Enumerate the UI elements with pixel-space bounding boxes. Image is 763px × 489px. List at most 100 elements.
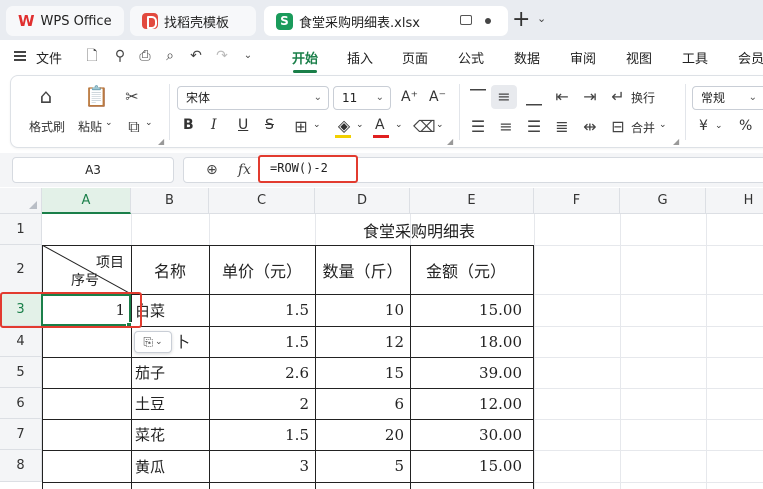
wrap-text-button[interactable]: 换行 <box>631 89 655 106</box>
row-header-7[interactable]: 7 <box>0 419 42 450</box>
menu-tab-data[interactable]: 数据 <box>514 48 540 67</box>
paste-icon[interactable]: 📋 <box>84 86 109 106</box>
cell-amount[interactable]: 15.00 <box>410 450 534 482</box>
align-right-icon[interactable]: ☰ <box>523 117 545 137</box>
font-size-select[interactable]: 11 ⌄ <box>333 86 391 110</box>
zoom-search-icon[interactable]: ⊕ <box>206 162 218 178</box>
cell-qty[interactable]: 5 <box>315 450 410 482</box>
row-header-4[interactable]: 4 <box>0 326 42 357</box>
column-header-b[interactable]: B <box>131 188 209 214</box>
new-tab-button[interactable]: + <box>512 8 530 32</box>
number-format-select[interactable]: 常规 ⌄ <box>692 86 763 110</box>
align-bottom-icon[interactable]: ⎽ <box>523 87 545 107</box>
underline-button[interactable]: U <box>238 117 248 133</box>
chevron-down-icon[interactable]: ⌄ <box>105 118 113 128</box>
header-amount[interactable]: 金额（元） <box>410 245 534 294</box>
menu-tab-insert[interactable]: 插入 <box>347 48 373 67</box>
increase-indent-icon[interactable]: ⇥ <box>579 87 601 107</box>
menu-tab-member[interactable]: 会员 <box>738 48 763 67</box>
cut-icon[interactable]: ✂ <box>121 87 143 107</box>
cell-price[interactable]: 1.5 <box>209 326 315 357</box>
chevron-down-icon[interactable]: ⌄ <box>395 120 403 130</box>
fill-color-icon[interactable]: ◈ <box>333 116 355 136</box>
percent-format-button[interactable]: % <box>739 118 752 134</box>
menu-tab-review[interactable]: 审阅 <box>570 48 596 67</box>
align-top-icon[interactable]: ⎺ <box>467 87 489 107</box>
cell-amount[interactable]: 12.00 <box>410 388 534 419</box>
fx-icon[interactable]: fx <box>238 162 251 178</box>
header-qty[interactable]: 数量（斤） <box>315 245 410 294</box>
column-header-f[interactable]: F <box>534 188 620 214</box>
row-header-8[interactable]: 8 <box>0 450 42 482</box>
row-header-1[interactable]: 1 <box>0 214 42 245</box>
cell-price[interactable]: 1.5 <box>209 294 315 326</box>
border-icon[interactable]: ⊞ <box>290 117 312 137</box>
cell-qty[interactable]: 20 <box>315 419 410 450</box>
row-header-2[interactable]: 2 <box>0 245 42 294</box>
menu-tab-tools[interactable]: 工具 <box>682 48 708 67</box>
clipboard-dialog-launcher-icon[interactable]: ◢ <box>158 137 164 146</box>
distributed-icon[interactable]: ⇹ <box>579 117 601 137</box>
formula-input[interactable]: =ROW()-2 <box>258 155 358 183</box>
menu-tab-page[interactable]: 页面 <box>402 48 428 67</box>
wrap-text-icon[interactable]: ↵ <box>607 87 629 107</box>
eraser-icon[interactable]: ⌫ <box>413 117 436 137</box>
cell-amount[interactable]: 39.00 <box>410 357 534 388</box>
align-center-icon[interactable]: ≡ <box>495 117 517 137</box>
column-header-g[interactable]: G <box>620 188 706 214</box>
redo-icon[interactable]: ↷ <box>214 48 230 64</box>
cell-price[interactable]: 2.6 <box>209 357 315 388</box>
print-icon[interactable]: ⎙ <box>137 48 153 64</box>
tab-spreadsheet-file[interactable]: S 食堂采购明细表.xlsx <box>264 6 508 36</box>
table-title[interactable]: 食堂采购明细表 <box>209 214 629 245</box>
tab-wps-office[interactable]: W WPS Office <box>6 6 124 36</box>
chevron-down-icon[interactable]: ⌄ <box>313 120 321 130</box>
chevron-down-icon[interactable]: ⌄ <box>659 120 667 130</box>
cell-name[interactable]: 土豆 <box>131 388 209 419</box>
save-icon[interactable]: 🗋 <box>84 48 100 64</box>
name-box[interactable]: A3 <box>12 157 174 183</box>
paste-options-button[interactable]: ⎘ ⌄ <box>134 331 172 353</box>
row-header-6[interactable]: 6 <box>0 388 42 419</box>
tab-docer-templates[interactable]: 找稻壳模板 <box>130 6 256 36</box>
print-preview-icon[interactable]: ⌕ <box>162 48 178 64</box>
spreadsheet-grid[interactable]: A B C D E F G H 1 2 3 4 5 6 7 8 食堂采购明细表 … <box>0 188 763 489</box>
cell-name[interactable]: 茄子 <box>131 357 209 388</box>
shrink-font-button[interactable]: A⁻ <box>429 89 446 105</box>
chevron-down-icon[interactable]: ⌄ <box>145 118 153 128</box>
share-icon[interactable]: ⚲ <box>112 48 128 64</box>
italic-button[interactable]: I <box>211 117 217 133</box>
justify-icon[interactable]: ≣ <box>551 117 573 137</box>
grow-font-button[interactable]: A⁺ <box>401 89 418 105</box>
font-dialog-launcher-icon[interactable]: ◢ <box>447 137 453 146</box>
cell-name[interactable]: 白菜 <box>131 294 209 326</box>
chevron-down-icon[interactable]: ⌄ <box>715 121 723 131</box>
cell-amount[interactable]: 15.00 <box>410 294 534 326</box>
format-painter-icon[interactable]: ⌂ <box>35 86 57 106</box>
row-header-5[interactable]: 5 <box>0 357 42 388</box>
menu-tab-view[interactable]: 视图 <box>626 48 652 67</box>
cell-qty[interactable]: 12 <box>315 326 410 357</box>
chevron-down-icon[interactable]: ⌄ <box>537 12 546 25</box>
strikethrough-button[interactable]: S <box>265 117 274 133</box>
menu-file[interactable]: 文件 <box>36 48 62 67</box>
copy-icon[interactable]: ⧉ <box>123 117 145 137</box>
select-all-corner[interactable] <box>0 188 42 214</box>
cell-name[interactable]: 菜花 <box>131 419 209 450</box>
column-header-c[interactable]: C <box>209 188 315 214</box>
cell-price[interactable]: 1.5 <box>209 419 315 450</box>
bold-button[interactable]: B <box>183 117 194 133</box>
screen-icon[interactable] <box>460 15 472 25</box>
paste-button[interactable]: 粘贴 <box>78 118 102 135</box>
header-name[interactable]: 名称 <box>131 245 209 294</box>
menu-tab-home[interactable]: 开始 <box>292 48 318 67</box>
chevron-down-icon[interactable]: ⌄ <box>436 120 444 130</box>
column-header-h[interactable]: H <box>706 188 763 214</box>
align-left-icon[interactable]: ☰ <box>467 117 489 137</box>
header-price[interactable]: 单价（元） <box>209 245 315 294</box>
cell-price[interactable]: 3 <box>209 450 315 482</box>
alignment-dialog-launcher-icon[interactable]: ◢ <box>673 137 679 146</box>
currency-format-button[interactable]: ¥ <box>699 118 708 134</box>
menu-tab-formula[interactable]: 公式 <box>458 48 484 67</box>
font-color-button[interactable]: A <box>375 117 385 133</box>
